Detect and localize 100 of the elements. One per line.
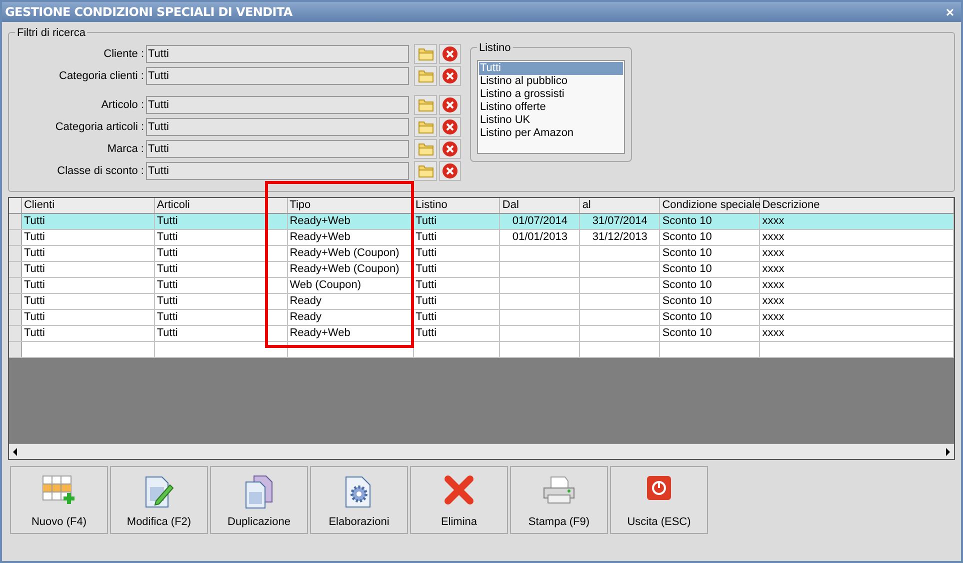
row-header[interactable] [9, 214, 22, 229]
browse-button[interactable] [414, 117, 437, 137]
folder-icon [418, 69, 434, 83]
column-header[interactable]: Articoli [154, 198, 288, 213]
filter-field[interactable]: Tutti [146, 140, 409, 158]
table-cell: Tutti [156, 311, 178, 323]
table-cell: Ready [290, 311, 322, 323]
row-header[interactable] [9, 294, 22, 309]
filter-field[interactable]: Tutti [146, 162, 409, 180]
table-cell: 31/12/2013 [592, 231, 648, 243]
table-cell: Sconto 10 [662, 263, 712, 275]
table-cell: Tutti [416, 263, 437, 275]
filter-field[interactable]: Tutti [146, 67, 409, 85]
column-header[interactable]: Dal [500, 198, 580, 213]
table-cell: xxxx [762, 263, 784, 275]
table-cell: Tutti [24, 327, 45, 339]
toolbar-button[interactable]: Elimina [410, 466, 508, 534]
table-cell: 01/07/2014 [512, 215, 568, 227]
clear-button[interactable] [439, 139, 461, 159]
toolbar-button[interactable]: Modifica (F2) [110, 466, 208, 534]
column-header[interactable]: Clienti [22, 198, 155, 213]
list-item[interactable]: Listino per Amazon [479, 127, 623, 140]
clear-button[interactable] [439, 95, 461, 115]
row-header[interactable] [9, 230, 22, 245]
clear-button[interactable] [439, 161, 461, 181]
table-cell: Ready+Web [290, 231, 350, 243]
folder-icon [418, 164, 434, 178]
field-label: Classe di sconto : [56, 164, 145, 179]
delete-icon [444, 475, 474, 505]
table-cell: Ready+Web [290, 327, 350, 339]
browse-button[interactable] [414, 161, 437, 181]
table-cell: Tutti [24, 247, 45, 259]
column-header[interactable]: Tipo [288, 198, 414, 213]
table-cell: xxxx [762, 247, 784, 259]
grid-add-icon [42, 475, 76, 505]
column-header[interactable]: Condizione speciale [660, 198, 760, 213]
browse-button[interactable] [414, 44, 437, 64]
row-header[interactable] [9, 310, 22, 325]
table-row[interactable]: Tutti Tutti Ready+Web Tutti 01/07/2014 31/07/2014 Sconto 10 xxxx [9, 214, 954, 230]
clear-button[interactable] [439, 117, 461, 137]
table-row[interactable]: Tutti Tutti Ready+Web (Coupon) Tutti Sconto 10 xxxx [9, 262, 954, 278]
table-row[interactable]: Tutti Tutti Ready+Web Tutti 01/01/2013 31/12/2013 Sconto 10 xxxx [9, 230, 954, 246]
documents-icon [244, 475, 274, 509]
toolbar-button[interactable]: Stampa (F9) [510, 466, 608, 534]
window-title: GESTIONE CONDIZIONI SPECIALI DI VENDITA [5, 4, 292, 21]
table-row[interactable]: Tutti Tutti Ready+Web Tutti Sconto 10 xxxx [9, 326, 954, 342]
list-item[interactable]: Listino UK [479, 114, 623, 127]
table-cell: Tutti [156, 247, 178, 259]
field-label: Categoria clienti : [58, 68, 145, 84]
table-cell: 01/01/2013 [512, 231, 568, 243]
table-row[interactable]: Tutti Tutti Web (Coupon) Tutti Sconto 10 xxxx [9, 278, 954, 294]
list-item[interactable]: Listino al pubblico [479, 75, 623, 88]
table-cell: Sconto 10 [662, 327, 712, 339]
empty-row[interactable] [9, 342, 954, 358]
table-cell: Tutti [156, 327, 178, 339]
filter-field[interactable]: Tutti [146, 96, 409, 114]
toolbar-button[interactable]: Uscita (ESC) [610, 466, 708, 534]
toolbar-button[interactable]: Elaborazioni [310, 466, 408, 534]
table-cell: Tutti [24, 231, 45, 243]
clear-icon [442, 46, 458, 62]
table-cell: Tutti [156, 295, 178, 307]
row-header[interactable] [9, 342, 22, 357]
field-label: Articolo : [100, 98, 145, 113]
table-cell: Ready [290, 295, 322, 307]
filter-field[interactable]: Tutti [146, 118, 409, 136]
column-header[interactable]: Descrizione [760, 198, 954, 213]
row-header[interactable] [9, 326, 22, 341]
browse-button[interactable] [414, 66, 437, 86]
clear-icon [442, 163, 458, 179]
row-header[interactable] [9, 246, 22, 261]
row-header[interactable] [9, 262, 22, 277]
clear-button[interactable] [439, 66, 461, 86]
column-header[interactable]: Listino [414, 198, 500, 213]
table-cell: Sconto 10 [662, 311, 712, 323]
toolbar-button[interactable]: Nuovo (F4) [10, 466, 108, 534]
field-label: Cliente : [102, 46, 145, 62]
table-cell: 31/07/2014 [592, 215, 648, 227]
table-cell: xxxx [762, 311, 784, 323]
table-cell: Sconto 10 [662, 231, 712, 243]
printer-icon [542, 475, 576, 505]
browse-button[interactable] [414, 139, 437, 159]
table-cell: xxxx [762, 215, 784, 227]
list-item[interactable]: Listino a grossisti [479, 88, 623, 101]
row-header[interactable] [9, 278, 22, 293]
table-row[interactable]: Tutti Tutti Ready Tutti Sconto 10 xxxx [9, 310, 954, 326]
table-cell: Tutti [24, 295, 45, 307]
filter-field[interactable]: Tutti [146, 45, 409, 63]
table-row[interactable]: Tutti Tutti Ready+Web (Coupon) Tutti Sconto 10 xxxx [9, 246, 954, 262]
horizontal-scrollbar[interactable] [9, 443, 954, 459]
column-header[interactable]: al [580, 198, 660, 213]
table-row[interactable]: Tutti Tutti Ready Tutti Sconto 10 xxxx [9, 294, 954, 310]
field-label: Marca : [106, 142, 145, 157]
browse-button[interactable] [414, 95, 437, 115]
table-cell: Tutti [24, 215, 45, 227]
table-cell: Tutti [156, 263, 178, 275]
table-cell: Tutti [416, 311, 437, 323]
toolbar-button[interactable]: Duplicazione [210, 466, 308, 534]
field-label: Categoria articoli : [54, 120, 145, 135]
clear-button[interactable] [439, 44, 461, 64]
list-item[interactable]: Listino offerte [479, 101, 623, 114]
